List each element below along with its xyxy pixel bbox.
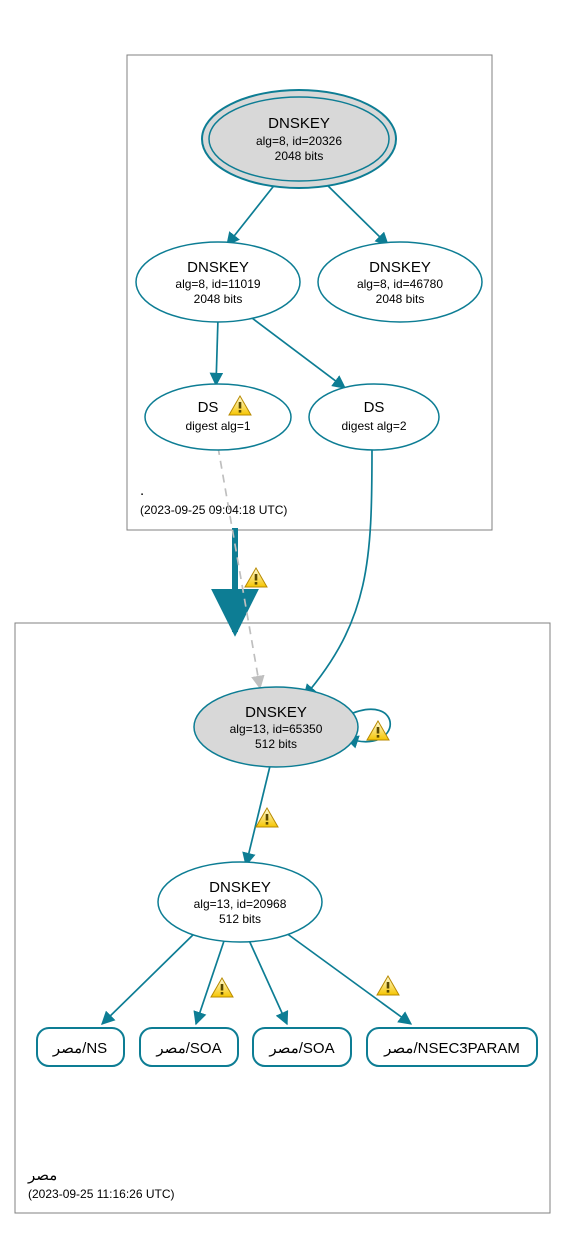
- node-root-zsk1: DNSKEY alg=8, id=11019 2048 bits: [136, 242, 300, 322]
- node-ds2: DS digest alg=2: [309, 384, 439, 450]
- edge-zsk-soa2: [248, 938, 287, 1024]
- node-root-ksk: DNSKEY alg=8, id=20326 2048 bits: [202, 90, 396, 188]
- zone-child-name: مصر: [27, 1167, 57, 1184]
- node-root-zsk1-title: DNSKEY: [187, 259, 249, 276]
- node-child-ksk-line3: 512 bits: [255, 737, 297, 751]
- node-ds1: DS digest alg=1: [145, 384, 291, 450]
- node-child-zsk-line3: 512 bits: [219, 912, 261, 926]
- node-root-zsk2-title: DNSKEY: [369, 259, 431, 276]
- warning-icon: [211, 978, 233, 997]
- rrset-nsec3-label: مصر/NSEC3PARAM: [383, 1040, 520, 1057]
- warning-icon: [367, 721, 389, 740]
- node-root-zsk1-line2: alg=8, id=11019: [175, 277, 261, 291]
- rrset-ns-label: مصر/NS: [52, 1040, 107, 1057]
- node-root-zsk2-line2: alg=8, id=46780: [357, 277, 443, 291]
- edge-ds2-childksk: [304, 447, 372, 697]
- edge-zsk-ns: [102, 928, 200, 1024]
- zone-root-timestamp: (2023-09-25 09:04:18 UTC): [140, 503, 287, 517]
- node-child-ksk-title: DNSKEY: [245, 704, 307, 721]
- node-rrset-ns: مصر/NS: [37, 1028, 124, 1066]
- node-ds2-line2: digest alg=2: [341, 419, 406, 433]
- node-root-zsk2-line3: 2048 bits: [376, 292, 425, 306]
- edge-zsk1-ds1: [216, 318, 218, 385]
- node-rrset-soa1: مصر/SOA: [140, 1028, 238, 1066]
- warning-icon: [245, 568, 267, 587]
- rrset-soa1-label: مصر/SOA: [155, 1040, 221, 1057]
- node-ds1-line2: digest alg=1: [185, 419, 250, 433]
- edge-ds1-childksk: [218, 447, 260, 688]
- node-root-zsk2: DNSKEY alg=8, id=46780 2048 bits: [318, 242, 482, 322]
- warning-icon: [377, 976, 399, 995]
- rrset-soa2-label: مصر/SOA: [268, 1040, 334, 1057]
- node-child-ksk-line2: alg=13, id=65350: [230, 722, 323, 736]
- node-root-ksk-line2: alg=8, id=20326: [256, 134, 342, 148]
- edge-zsk1-ds2: [252, 318, 345, 388]
- edge-root-ksk-zsk1: [227, 178, 280, 245]
- zone-root-name: .: [140, 482, 144, 499]
- node-child-zsk-line2: alg=13, id=20968: [194, 897, 287, 911]
- node-root-ksk-line3: 2048 bits: [275, 149, 324, 163]
- dnssec-graph: . (2023-09-25 09:04:18 UTC) مصر (2023-09…: [0, 0, 563, 1235]
- edge-root-ksk-zsk2: [320, 178, 388, 245]
- edge-zsk-nsec3: [282, 930, 411, 1024]
- node-rrset-nsec3: مصر/NSEC3PARAM: [367, 1028, 537, 1066]
- node-child-zsk-title: DNSKEY: [209, 879, 271, 896]
- node-root-ksk-title: DNSKEY: [268, 115, 330, 132]
- zone-child-timestamp: (2023-09-25 11:16:26 UTC): [28, 1187, 175, 1201]
- node-child-zsk: DNSKEY alg=13, id=20968 512 bits: [158, 862, 322, 942]
- node-root-zsk1-line3: 2048 bits: [194, 292, 243, 306]
- node-ds1-title: DS: [198, 399, 219, 416]
- node-child-ksk: DNSKEY alg=13, id=65350 512 bits: [194, 687, 358, 767]
- node-rrset-soa2: مصر/SOA: [253, 1028, 351, 1066]
- node-ds2-title: DS: [364, 399, 385, 416]
